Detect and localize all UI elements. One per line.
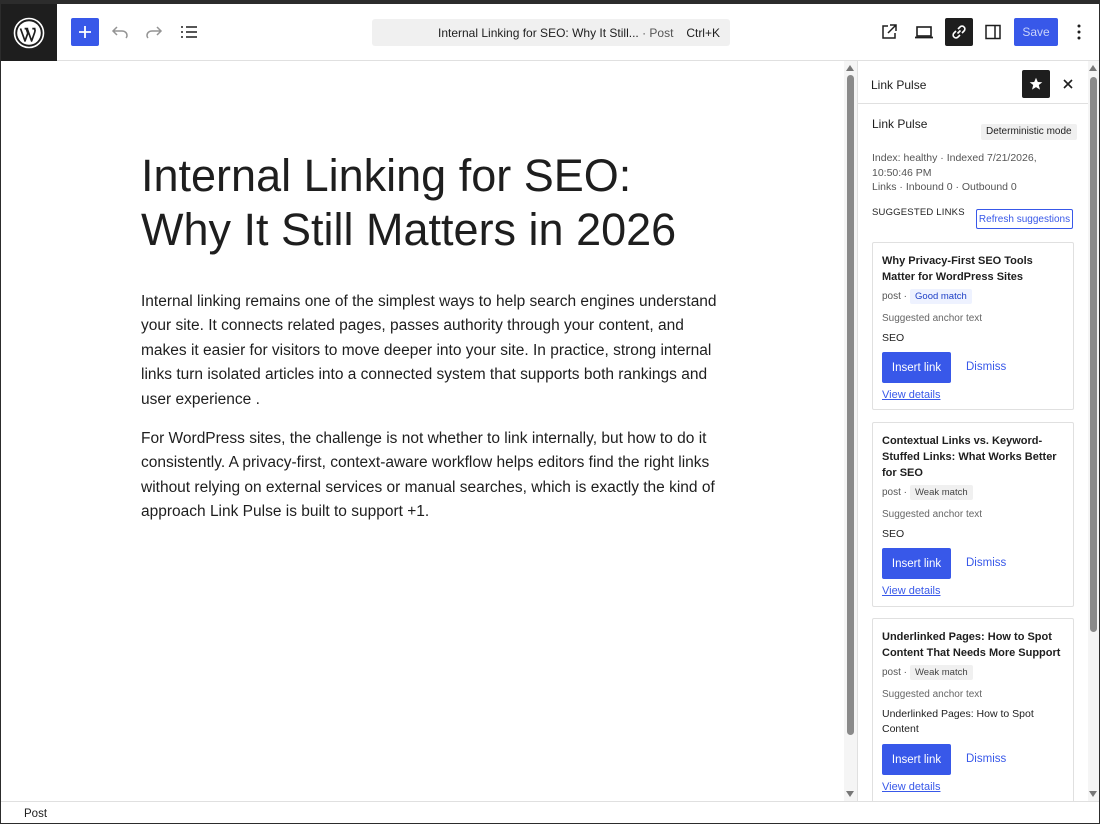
- paragraph-block[interactable]: For WordPress sites, the challenge is no…: [141, 427, 721, 525]
- post-type: post ·: [882, 487, 908, 498]
- anchor-label: Suggested anchor text: [882, 689, 983, 700]
- index-status: Index: healthy · Indexed 7/21/2026, 10:5…: [872, 152, 1037, 179]
- sidebar-scrollbar[interactable]: [1088, 61, 1099, 801]
- suggested-links-heading: SUGGESTED LINKS: [872, 207, 965, 218]
- external-link-icon: [882, 24, 897, 39]
- command-shortcut: Ctrl+K: [686, 26, 720, 40]
- view-details-link[interactable]: View details: [882, 389, 941, 401]
- dismiss-button[interactable]: Dismiss: [966, 557, 1006, 569]
- insert-link-button[interactable]: Insert link: [882, 352, 951, 383]
- match-badge: Good match: [910, 289, 972, 304]
- add-block-button[interactable]: [71, 18, 99, 46]
- links-stats: Links · Inbound 0 · Outbound 0: [872, 181, 1017, 193]
- scrollbar-thumb[interactable]: [1090, 77, 1097, 632]
- post-type: post ·: [882, 291, 908, 302]
- vertical-ellipsis-icon: [1077, 24, 1081, 40]
- scroll-down-arrow-icon[interactable]: [1089, 791, 1097, 797]
- suggestion-card: Underlinked Pages: How to Spot Content T…: [872, 618, 1074, 808]
- scroll-up-arrow-icon[interactable]: [846, 65, 854, 71]
- sidebar-header: Link Pulse: [858, 61, 1088, 104]
- suggestion-meta: post · Weak match: [882, 665, 973, 680]
- scrollbar-thumb[interactable]: [847, 75, 854, 735]
- scroll-up-arrow-icon[interactable]: [1089, 65, 1097, 71]
- suggestion-meta: post · Good match: [882, 289, 972, 304]
- anchor-value: SEO: [882, 332, 905, 344]
- suggestion-card: Why Privacy-First SEO Tools Matter for W…: [872, 242, 1074, 410]
- star-icon: [1029, 77, 1043, 90]
- close-icon: [1063, 79, 1073, 89]
- refresh-suggestions-button[interactable]: Refresh suggestions: [976, 209, 1073, 229]
- suggestion-card: Contextual Links vs. Keyword-Stuffed Lin…: [872, 422, 1074, 607]
- command-palette-bar[interactable]: Internal Linking for SEO: Why It Still..…: [372, 19, 730, 46]
- post-type: post ·: [882, 667, 908, 678]
- paragraph-block[interactable]: Internal linking remains one of the simp…: [141, 290, 721, 412]
- preview-button[interactable]: [910, 18, 938, 46]
- save-button[interactable]: Save: [1014, 18, 1058, 46]
- link-pulse-button[interactable]: [945, 18, 973, 46]
- insert-link-button[interactable]: Insert link: [882, 548, 951, 579]
- anchor-label: Suggested anchor text: [882, 509, 983, 520]
- list-view-icon: [181, 26, 197, 38]
- sidebar-icon: [985, 24, 1001, 40]
- view-details-link[interactable]: View details: [882, 781, 941, 793]
- view-post-button[interactable]: [875, 18, 903, 46]
- sidebar-title: Link Pulse: [871, 78, 927, 92]
- insert-link-button[interactable]: Insert link: [882, 744, 951, 775]
- anchor-value: Underlinked Pages: How to Spot Content: [882, 708, 1034, 735]
- match-badge: Weak match: [910, 485, 973, 500]
- redo-button[interactable]: [140, 18, 168, 46]
- undo-icon: [111, 26, 128, 39]
- anchor-label: Suggested anchor text: [882, 313, 983, 324]
- settings-sidebar-button[interactable]: [979, 18, 1007, 46]
- post-title[interactable]: Internal Linking for SEO: Why It Still M…: [141, 149, 721, 257]
- plugin-name: Link Pulse: [872, 117, 928, 131]
- dismiss-button[interactable]: Dismiss: [966, 361, 1006, 373]
- view-details-link[interactable]: View details: [882, 585, 941, 597]
- pin-plugin-button[interactable]: [1022, 70, 1050, 98]
- editor-canvas: Internal Linking for SEO: Why It Still M…: [1, 61, 844, 801]
- close-sidebar-button[interactable]: [1057, 73, 1079, 95]
- suggestion-title: Why Privacy-First SEO Tools Matter for W…: [882, 255, 1033, 283]
- options-button[interactable]: [1065, 18, 1093, 46]
- link-pulse-sidebar: Link Pulse Link Pulse Deterministic mode…: [857, 61, 1088, 808]
- match-badge: Weak match: [910, 665, 973, 680]
- undo-button[interactable]: [106, 18, 134, 46]
- scroll-down-arrow-icon[interactable]: [846, 791, 854, 797]
- anchor-value: SEO: [882, 528, 905, 540]
- document-overview-button[interactable]: [175, 18, 203, 46]
- block-breadcrumb[interactable]: Post: [24, 808, 47, 820]
- editor-window: Internal Linking for SEO: Why It Still..…: [0, 0, 1100, 824]
- dismiss-button[interactable]: Dismiss: [966, 753, 1006, 765]
- document-title: Internal Linking for SEO: Why It Still..…: [438, 26, 674, 40]
- canvas-scrollbar[interactable]: [844, 61, 857, 801]
- suggestion-meta: post · Weak match: [882, 485, 973, 500]
- plus-icon: [79, 26, 91, 38]
- laptop-icon: [915, 26, 933, 39]
- redo-icon: [146, 26, 163, 39]
- wordpress-logo-icon[interactable]: [1, 4, 57, 61]
- editor-footer: Post: [1, 801, 1099, 823]
- link-icon: [952, 25, 966, 39]
- editor-toolbar: Internal Linking for SEO: Why It Still..…: [1, 4, 1099, 61]
- suggestion-title: Underlinked Pages: How to Spot Content T…: [882, 631, 1061, 659]
- suggestion-title: Contextual Links vs. Keyword-Stuffed Lin…: [882, 435, 1057, 479]
- mode-badge: Deterministic mode: [981, 124, 1077, 140]
